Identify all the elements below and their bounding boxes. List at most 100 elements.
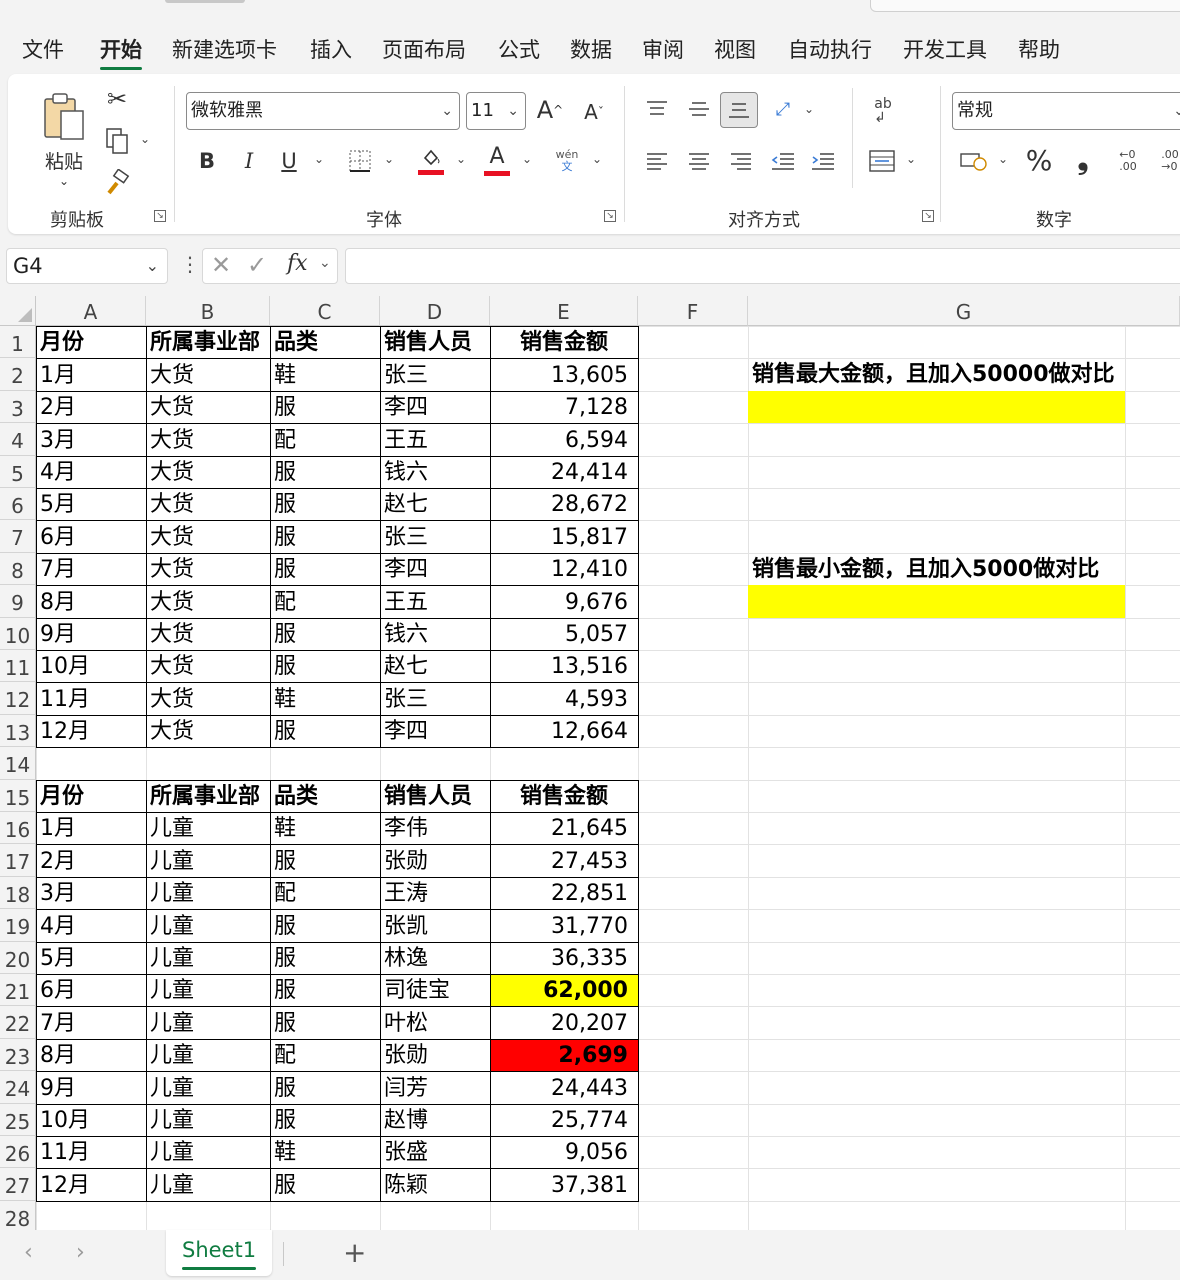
column-header-c[interactable]: C	[270, 296, 380, 326]
table-cell[interactable]: 27,453	[490, 844, 638, 877]
table-cell[interactable]: 36,335	[490, 942, 638, 974]
table-cell[interactable]: 服	[270, 553, 380, 585]
table-cell[interactable]: 儿童	[146, 1104, 270, 1136]
table-cell[interactable]: 13,516	[490, 650, 638, 682]
table-cell[interactable]: 服	[270, 650, 380, 682]
align-middle-icon[interactable]	[684, 94, 714, 124]
table-cell[interactable]: 2月	[36, 844, 146, 877]
table-cell[interactable]: 张勋	[380, 1039, 490, 1071]
table-cell[interactable]: 4月	[36, 456, 146, 488]
table-cell[interactable]: 服	[270, 456, 380, 488]
column-header-b[interactable]: B	[146, 296, 270, 326]
increase-decimal-icon[interactable]: ←0.00	[1112, 144, 1144, 178]
table-cell[interactable]: 1月	[36, 358, 146, 391]
copy-dropdown[interactable]: ⌄	[140, 132, 150, 146]
table-cell[interactable]: 李四	[380, 391, 490, 423]
ribbon-tab[interactable]: 页面布局	[382, 34, 466, 64]
paste-button[interactable]: 粘贴 ⌄	[34, 84, 94, 194]
table-header-cell[interactable]: 品类	[270, 326, 380, 358]
fill-color-dropdown[interactable]: ⌄	[456, 152, 466, 166]
row-header[interactable]: 23	[0, 1039, 36, 1071]
table-cell[interactable]: 1月	[36, 812, 146, 844]
table-cell[interactable]: 12,410	[490, 553, 638, 585]
row-header[interactable]: 7	[0, 520, 36, 553]
table-cell[interactable]: 儿童	[146, 1071, 270, 1104]
table-cell[interactable]: 大货	[146, 520, 270, 553]
comparison-note[interactable]: 销售最大金额，且加入50000做对比	[748, 358, 1168, 391]
table-cell[interactable]: 2月	[36, 391, 146, 423]
ribbon-tab[interactable]: 自动执行	[788, 34, 872, 64]
table-cell[interactable]: 大货	[146, 358, 270, 391]
table-cell[interactable]: 赵七	[380, 488, 490, 520]
ribbon-tab[interactable]: 插入	[310, 34, 352, 64]
table-header-cell[interactable]: 销售人员	[380, 780, 490, 812]
table-cell[interactable]: 7,128	[490, 391, 638, 423]
font-launcher-icon[interactable]: ↘	[604, 210, 616, 222]
row-header[interactable]: 5	[0, 456, 36, 488]
cancel-icon[interactable]: ✕	[211, 251, 231, 279]
table-cell[interactable]: 配	[270, 585, 380, 618]
table-cell[interactable]: 闫芳	[380, 1071, 490, 1104]
table-cell[interactable]: 儿童	[146, 844, 270, 877]
column-header-f[interactable]: F	[638, 296, 748, 326]
ribbon-tab[interactable]: 文件	[22, 34, 64, 64]
phonetic-guide-icon[interactable]: wén 文	[552, 144, 582, 178]
table-cell[interactable]: 37,381	[490, 1168, 638, 1201]
table-header-cell[interactable]: 月份	[36, 326, 146, 358]
table-cell[interactable]: 儿童	[146, 812, 270, 844]
table-cell[interactable]: 赵七	[380, 650, 490, 682]
row-header[interactable]: 21	[0, 974, 36, 1006]
column-header-d[interactable]: D	[380, 296, 490, 326]
table-cell[interactable]: 张三	[380, 682, 490, 715]
row-header[interactable]: 28	[0, 1201, 36, 1230]
formula-input[interactable]	[345, 248, 1180, 284]
table-cell[interactable]: 王涛	[380, 877, 490, 909]
table-cell[interactable]: 服	[270, 1168, 380, 1201]
previous-sheet-icon[interactable]: ‹	[24, 1240, 33, 1265]
fill-color-icon[interactable]	[416, 142, 446, 178]
table-cell[interactable]: 6月	[36, 974, 146, 1006]
align-bottom-icon[interactable]	[720, 92, 758, 128]
table-cell[interactable]: 10月	[36, 650, 146, 682]
table-cell[interactable]: 11月	[36, 1136, 146, 1168]
table-cell[interactable]: 儿童	[146, 942, 270, 974]
ribbon-tab[interactable]: 审阅	[642, 34, 684, 64]
table-cell[interactable]: 3月	[36, 877, 146, 909]
row-header[interactable]: 9	[0, 585, 36, 618]
row-header[interactable]: 24	[0, 1071, 36, 1104]
name-box[interactable]: G4 ⌄	[6, 248, 168, 284]
row-header[interactable]: 2	[0, 358, 36, 391]
row-header[interactable]: 6	[0, 488, 36, 520]
table-cell[interactable]: 服	[270, 1104, 380, 1136]
table-cell[interactable]: 李四	[380, 715, 490, 747]
table-cell[interactable]: 9,056	[490, 1136, 638, 1168]
select-all-corner[interactable]	[0, 296, 36, 326]
table-cell[interactable]: 大货	[146, 553, 270, 585]
font-color-dropdown[interactable]: ⌄	[522, 152, 532, 166]
table-cell[interactable]: 5月	[36, 488, 146, 520]
table-cell[interactable]: 鞋	[270, 1136, 380, 1168]
align-right-icon[interactable]	[726, 146, 756, 176]
wrap-text-icon[interactable]: ab ↲	[866, 94, 900, 128]
underline-button[interactable]: U	[276, 144, 302, 178]
ribbon-tab[interactable]: 新建选项卡	[172, 34, 277, 64]
table-cell[interactable]: 大货	[146, 456, 270, 488]
ribbon-tab[interactable]: 公式	[498, 34, 540, 64]
table-cell[interactable]: 张三	[380, 358, 490, 391]
row-header[interactable]: 4	[0, 423, 36, 456]
ribbon-tab[interactable]: 开发工具	[903, 34, 987, 64]
table-cell[interactable]: 20,207	[490, 1006, 638, 1039]
table-cell[interactable]: 5,057	[490, 618, 638, 650]
table-cell[interactable]: 8月	[36, 1039, 146, 1071]
format-painter-icon[interactable]	[102, 166, 132, 200]
table-cell[interactable]: 22,851	[490, 877, 638, 909]
table-cell[interactable]: 服	[270, 1071, 380, 1104]
table-header-cell[interactable]: 月份	[36, 780, 146, 812]
table-cell[interactable]: 配	[270, 423, 380, 456]
table-cell[interactable]: 钱六	[380, 456, 490, 488]
column-header-e[interactable]: E	[490, 296, 638, 326]
table-cell[interactable]: 张凯	[380, 909, 490, 942]
table-cell[interactable]: 张勋	[380, 844, 490, 877]
table-cell[interactable]: 李伟	[380, 812, 490, 844]
decrease-decimal-icon[interactable]: .00 →0	[1154, 144, 1180, 178]
